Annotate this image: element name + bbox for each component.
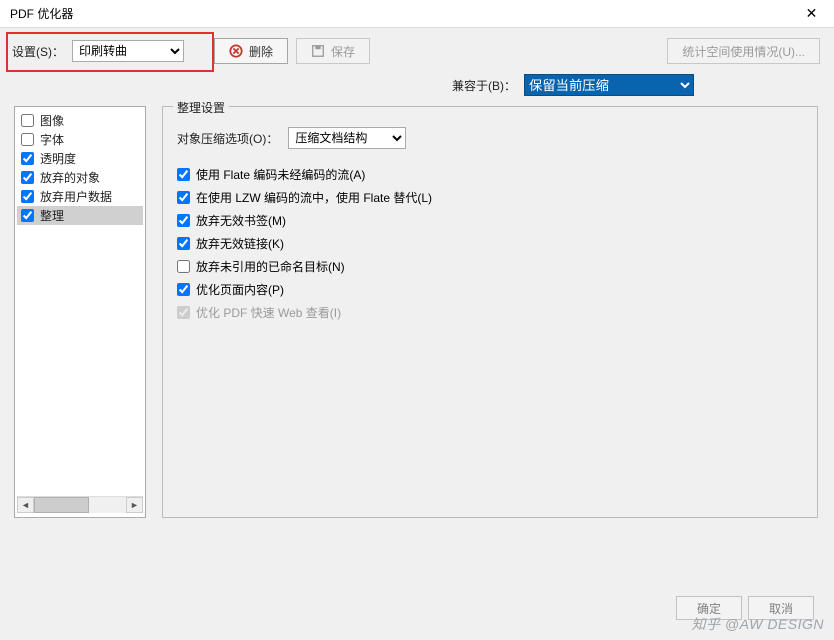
option-checkbox bbox=[177, 306, 190, 319]
compress-select[interactable]: 压缩文档结构 bbox=[288, 127, 406, 149]
tree-item[interactable]: 整理 bbox=[17, 206, 143, 225]
option-checkbox[interactable] bbox=[177, 191, 190, 204]
window-title: PDF 优化器 bbox=[10, 5, 73, 22]
panel-title: 整理设置 bbox=[173, 99, 229, 116]
option-checkbox[interactable] bbox=[177, 260, 190, 273]
option-row: 优化 PDF 快速 Web 查看(I) bbox=[177, 301, 803, 324]
option-label: 放弃未引用的已命名目标(N) bbox=[196, 258, 345, 275]
tree-checkbox[interactable] bbox=[21, 190, 34, 203]
compress-label: 对象压缩选项(O)： bbox=[177, 130, 278, 147]
tree-item[interactable]: 字体 bbox=[17, 130, 143, 149]
option-row[interactable]: 放弃无效链接(K) bbox=[177, 232, 803, 255]
tree-item-label: 放弃用户数据 bbox=[40, 188, 112, 205]
save-button-label: 保存 bbox=[331, 43, 355, 60]
delete-button[interactable]: 删除 bbox=[214, 38, 288, 64]
option-label: 优化页面内容(P) bbox=[196, 281, 284, 298]
option-label: 放弃无效链接(K) bbox=[196, 235, 284, 252]
option-checkbox[interactable] bbox=[177, 168, 190, 181]
save-icon bbox=[311, 44, 325, 58]
save-button: 保存 bbox=[296, 38, 370, 64]
close-icon: ✕ bbox=[806, 5, 818, 22]
scroll-left-icon[interactable]: ◄ bbox=[17, 497, 34, 513]
category-tree[interactable]: 图像字体透明度放弃的对象放弃用户数据整理 ◄ ► bbox=[14, 106, 146, 518]
settings-label: 设置(S)： bbox=[12, 43, 64, 60]
settings-select[interactable]: 印刷转曲 bbox=[72, 40, 184, 62]
delete-icon bbox=[229, 44, 243, 58]
footer-buttons: 确定 取消 bbox=[676, 596, 814, 620]
tree-checkbox[interactable] bbox=[21, 152, 34, 165]
option-row[interactable]: 在使用 LZW 编码的流中，使用 Flate 替代(L) bbox=[177, 186, 803, 209]
tree-item-label: 整理 bbox=[40, 207, 64, 224]
option-row[interactable]: 放弃未引用的已命名目标(N) bbox=[177, 255, 803, 278]
tree-item-label: 字体 bbox=[40, 131, 64, 148]
stats-button-label: 统计空间使用情况(U)... bbox=[682, 43, 805, 60]
compat-label: 兼容于(B)： bbox=[452, 77, 516, 94]
option-row[interactable]: 优化页面内容(P) bbox=[177, 278, 803, 301]
tree-item[interactable]: 透明度 bbox=[17, 149, 143, 168]
scroll-track[interactable] bbox=[34, 497, 126, 513]
option-row[interactable]: 使用 Flate 编码未经编码的流(A) bbox=[177, 163, 803, 186]
tree-item-label: 放弃的对象 bbox=[40, 169, 100, 186]
tree-checkbox[interactable] bbox=[21, 133, 34, 146]
option-label: 使用 Flate 编码未经编码的流(A) bbox=[196, 166, 365, 183]
option-checkbox[interactable] bbox=[177, 283, 190, 296]
tree-item-label: 透明度 bbox=[40, 150, 76, 167]
compat-select[interactable]: 保留当前压缩 bbox=[524, 74, 694, 96]
tree-item[interactable]: 放弃的对象 bbox=[17, 168, 143, 187]
tree-item[interactable]: 放弃用户数据 bbox=[17, 187, 143, 206]
toolbar: 设置(S)： 印刷转曲 删除 保存 统计空间使用情况(U)... bbox=[0, 28, 834, 70]
tree-hscrollbar[interactable]: ◄ ► bbox=[17, 496, 143, 513]
option-checkbox[interactable] bbox=[177, 214, 190, 227]
option-label: 在使用 LZW 编码的流中，使用 Flate 替代(L) bbox=[196, 189, 432, 206]
option-row[interactable]: 放弃无效书签(M) bbox=[177, 209, 803, 232]
tree-item[interactable]: 图像 bbox=[17, 111, 143, 130]
tree-checkbox[interactable] bbox=[21, 114, 34, 127]
cancel-button[interactable]: 取消 bbox=[748, 596, 814, 620]
tree-checkbox[interactable] bbox=[21, 171, 34, 184]
stats-button[interactable]: 统计空间使用情况(U)... bbox=[667, 38, 820, 64]
option-checkbox[interactable] bbox=[177, 237, 190, 250]
compat-row: 兼容于(B)： 保留当前压缩 bbox=[0, 70, 834, 106]
delete-button-label: 删除 bbox=[249, 43, 273, 60]
main-area: 图像字体透明度放弃的对象放弃用户数据整理 ◄ ► 整理设置 对象压缩选项(O)：… bbox=[0, 106, 834, 526]
ok-button[interactable]: 确定 bbox=[676, 596, 742, 620]
option-label: 放弃无效书签(M) bbox=[196, 212, 286, 229]
scroll-thumb[interactable] bbox=[34, 497, 89, 513]
title-bar: PDF 优化器 ✕ bbox=[0, 0, 834, 28]
option-label: 优化 PDF 快速 Web 查看(I) bbox=[196, 304, 341, 321]
close-button[interactable]: ✕ bbox=[789, 0, 834, 28]
tree-item-label: 图像 bbox=[40, 112, 64, 129]
tree-checkbox[interactable] bbox=[21, 209, 34, 222]
settings-panel: 整理设置 对象压缩选项(O)： 压缩文档结构 使用 Flate 编码未经编码的流… bbox=[162, 106, 818, 518]
scroll-right-icon[interactable]: ► bbox=[126, 497, 143, 513]
